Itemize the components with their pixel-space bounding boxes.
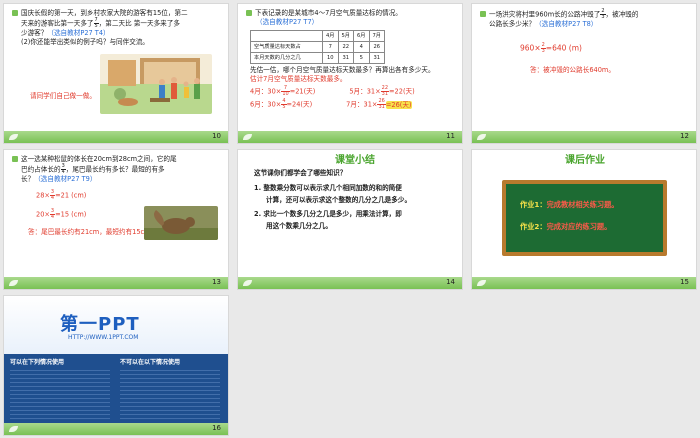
table-cell: 22: [337, 41, 354, 53]
slide-14[interactable]: 课堂小结 这节课你们都学会了哪些知识？ 1. 整数乘分数可以表示求几个相同加数的…: [237, 149, 463, 290]
calc-line: 28× 3 4 =21 (cm): [36, 189, 87, 201]
question-text: 少游客？: [21, 29, 48, 37]
answer-text: 答：被冲毁的公路长640m。: [530, 66, 615, 74]
slide-16-body: 第一PPT HTTP://WWW.1PPT.COM 可以在下列情况使用 不可以在…: [4, 296, 228, 435]
question-text: 天来的游客比第一天多了: [21, 19, 94, 28]
summary-point: 用这个数乘几分之几。: [266, 222, 332, 230]
slide-15[interactable]: 课后作业 作业1：完成教材相关练习题。 作业2：完成对应的练习题。 15: [471, 149, 697, 290]
question-text: 这节课你们都学会了哪些知识？: [254, 169, 347, 177]
hint-text: 请同学们自己做一做。: [30, 92, 96, 100]
question-text: ，第二天比 第一天多来了多: [98, 19, 180, 28]
calc-july: 7月：31× 26 31 =26(天): [346, 98, 412, 110]
bullet-icon: [246, 9, 252, 16]
homework-item: 完成对应的练习题。: [546, 222, 612, 231]
slide-title: 课后作业: [565, 155, 605, 166]
question-text: 一场洪灾将村里960m长的公路冲毁了: [489, 10, 601, 19]
slide-footer: 14: [238, 277, 462, 289]
calc-april: 4月：30× 7 10 =21(天): [250, 85, 316, 97]
table-cell: 4: [353, 41, 370, 53]
table-header: [250, 30, 323, 42]
brand-logo: 第一PPT: [60, 314, 140, 335]
slide-footer: 13: [4, 277, 228, 289]
squirrel-photo: [144, 206, 218, 240]
summary-point: 2. 求比一个数多几分之几是多少，用乘法计算，即: [254, 210, 402, 218]
textbook-ref: （选自教材P27 T7）: [256, 18, 319, 26]
homework-label: 作业2：: [520, 222, 547, 231]
chalkboard: 作业1：完成教材相关练习题。 作业2：完成对应的练习题。: [502, 180, 667, 256]
leaf-icon: [9, 426, 18, 432]
question-text: (2)你还能举出类似的例子吗？与同伴交流。: [21, 38, 150, 46]
question-text: 先估一估，哪个月空气质量达标天数最多？再算出各有多少天。: [250, 66, 435, 74]
slide-title: 课堂小结: [335, 155, 375, 166]
slide-footer: 12: [472, 131, 696, 143]
summary-point: 计算，还可以表示求这个整数的几分之几是多少。: [266, 196, 412, 204]
brand-url[interactable]: HTTP://WWW.1PPT.COM: [68, 334, 138, 341]
slide-number: 10: [212, 132, 221, 140]
bullet-icon: [480, 11, 486, 17]
table-cell: 7: [322, 41, 339, 53]
answer-text: 估计7月空气质量达标天数最多。: [250, 75, 347, 83]
table-cell: 31: [337, 52, 354, 64]
usage-list: [120, 367, 220, 419]
bullet-icon: [12, 155, 18, 162]
slide-number: 15: [680, 278, 689, 286]
leaf-icon: [9, 134, 18, 140]
question-text: 公路长多少米？: [489, 20, 536, 28]
slide-footer: 11: [238, 131, 462, 143]
slide-14-body: 课堂小结 这节课你们都学会了哪些知识？ 1. 整数乘分数可以表示求几个相同加数的…: [238, 150, 462, 277]
summary-point: 1. 整数乘分数可以表示求几个相同加数的和的简便: [254, 184, 402, 192]
question-text: 巴约占体长的: [21, 165, 61, 174]
leaf-icon: [9, 280, 18, 286]
slide-number: 14: [446, 278, 455, 286]
slide-footer: 16: [4, 423, 228, 435]
table-header: 4月: [322, 30, 339, 42]
question-text: ，尾巴最长约有多长？最短的有多: [65, 165, 165, 174]
slide-footer: 15: [472, 277, 696, 289]
usage-list: [10, 367, 110, 419]
textbook-ref: （选自教材P27 T9）: [34, 175, 97, 183]
leaf-icon: [477, 280, 486, 286]
slide-11-body: 下表记录的是某城市4～7月空气质量达标的情况。 （选自教材P27 T7） 4月 …: [238, 4, 462, 131]
usage-forbidden-title: 不可以在以下情况使用: [120, 359, 181, 366]
table-header: 5月: [337, 30, 354, 42]
table-cell: 本月天数的几分之几: [250, 52, 323, 64]
slide-number: 11: [446, 132, 455, 140]
question-text: 长？: [21, 175, 35, 183]
table-cell: 26: [368, 41, 385, 53]
question-text: 这一选某种松鼠的体长在20cm到28cm之间，它的尾: [21, 155, 177, 163]
table-cell: 5: [353, 52, 370, 64]
table-header: 7月: [368, 30, 385, 42]
leaf-icon: [477, 134, 486, 140]
bullet-icon: [12, 9, 18, 16]
question-text: 下表记录的是某城市4～7月空气质量达标的情况。: [255, 9, 402, 17]
air-quality-table: 4月 5月 6月 7月 空气质量达标天数占 7 22 4 26 本月天数的几分之…: [250, 30, 385, 64]
table-cell: 31: [368, 52, 385, 64]
slide-11[interactable]: 下表记录的是某城市4～7月空气质量达标的情况。 （选自教材P27 T7） 4月 …: [237, 3, 463, 144]
calc-line: 960× 2 3 =640 (m): [520, 42, 582, 54]
question-text: 国庆长假的第一天，到乡村农家大院的游客有15位，第二: [21, 9, 188, 17]
table-cell: 10: [322, 52, 339, 64]
table-header: 6月: [353, 30, 370, 42]
slide-number: 13: [212, 278, 221, 286]
slide-number: 12: [680, 132, 689, 140]
slide-16[interactable]: 第一PPT HTTP://WWW.1PPT.COM 可以在下列情况使用 不可以在…: [3, 295, 229, 436]
usage-allowed-title: 可以在下列情况使用: [10, 359, 65, 366]
homework-label: 作业1：: [520, 200, 547, 209]
calc-may: 5月：31× 22 31 =22(天): [349, 85, 415, 97]
leaf-icon: [243, 134, 252, 140]
table-cell: 空气质量达标天数占: [250, 41, 323, 53]
textbook-ref: （选自教材P27 T8）: [535, 20, 598, 28]
textbook-ref: （选自教材P27 T4）: [47, 29, 110, 37]
slide-number: 16: [212, 424, 221, 432]
farmyard-illustration: [100, 54, 212, 114]
slide-10[interactable]: 国庆长假的第一天，到乡村农家大院的游客有15位，第二 天来的游客比第一天多了 7 5…: [3, 3, 229, 144]
slide-12-body: 一场洪灾将村里960m长的公路冲毁了 2 3 ，被冲毁的 公路长多少米？（选自教材P2…: [472, 4, 696, 131]
leaf-icon: [243, 280, 252, 286]
slide-12[interactable]: 一场洪灾将村里960m长的公路冲毁了 2 3 ，被冲毁的 公路长多少米？（选自教材P2…: [471, 3, 697, 144]
slide-13[interactable]: 这一选某种松鼠的体长在20cm到28cm之间，它的尾 巴约占体长的 3 4 ，尾巴最长…: [3, 149, 229, 290]
slide-footer: 10: [4, 131, 228, 143]
homework-item: 完成教材相关练习题。: [546, 200, 619, 209]
calc-june: 6月：30× 4 5 =24(天): [250, 98, 313, 110]
question-text: ，被冲毁的: [605, 10, 639, 19]
